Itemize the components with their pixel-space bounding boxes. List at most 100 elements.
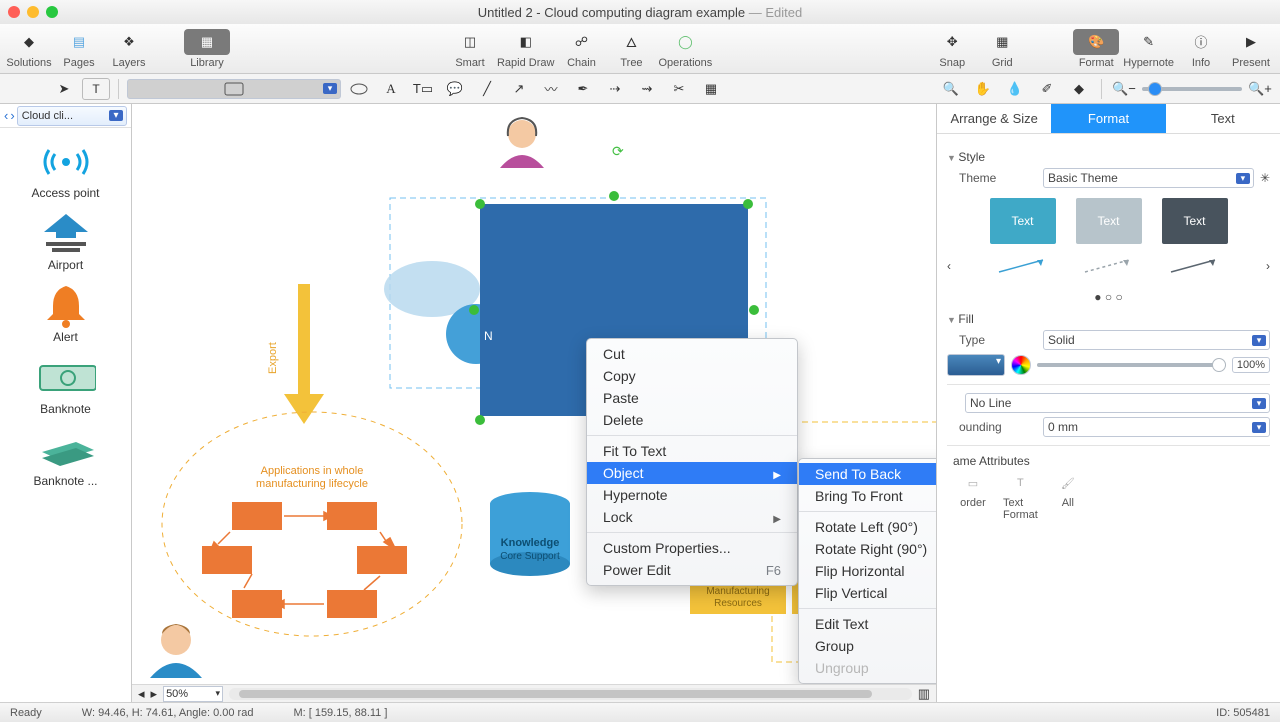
dropper-tool[interactable]: 💧 [1001,78,1029,100]
line-tool[interactable]: ╱ [473,78,501,100]
lib-fwd[interactable]: › [10,108,14,123]
smart-button[interactable]: ◫Smart [447,29,493,69]
pages-button[interactable]: ▤Pages [56,29,102,69]
ctx-copy[interactable]: Copy [587,365,797,387]
tab-text[interactable]: Text [1166,104,1280,133]
main-toolbar: ◆Solutions ▤Pages ❖Layers ▦Library ◫Smar… [0,24,1280,74]
ctx-cut[interactable]: Cut [587,343,797,365]
window-title: Untitled 2 - Cloud computing diagram exa… [0,5,1280,20]
textbox-shape[interactable]: T▭ [409,78,437,100]
snap-button[interactable]: ✥Snap [929,29,975,69]
pen-tool[interactable]: ✒ [569,78,597,100]
ctx-object[interactable]: Object [587,462,797,484]
lib-label: Access point [31,186,99,200]
lib-banknote[interactable]: Banknote [0,354,131,416]
zoom-select[interactable]: 50% [163,686,223,702]
rectangle-shape[interactable] [127,79,341,99]
opacity-value[interactable]: 100% [1232,357,1270,373]
operations-button[interactable]: ◯Operations [658,29,712,69]
format-button[interactable]: 🎨Format [1073,29,1119,69]
callout-shape[interactable]: 💬 [441,78,469,100]
library-button[interactable]: ▦Library [184,29,230,69]
theme-label: Theme [947,171,1037,185]
style-next[interactable]: › [1266,259,1270,273]
zoom-minus[interactable]: 🔍− [1110,78,1138,100]
fill-colorwheel[interactable] [1011,355,1031,375]
library-select[interactable]: Cloud cli... [17,106,127,126]
theme-select[interactable]: Basic Theme [1043,168,1254,188]
chain-button[interactable]: ☍Chain [558,29,604,69]
shape-toolbar: ➤ T A T▭ 💬 ╱ ↗ 〰 ✒ ⇢ ⇝ ✂ ▦ 🔍 ✋ 💧 ✐ ◆ 🔍− … [0,74,1280,104]
pointer-tool[interactable]: ➤ [50,78,78,100]
lib-alert[interactable]: Alert [0,282,131,344]
zoom-plus[interactable]: 🔍+ [1246,78,1274,100]
zoom-tool[interactable]: 🔍 [937,78,965,100]
apply-textformat[interactable]: TTextFormat [1003,472,1038,521]
line-select[interactable]: No Line [965,393,1270,413]
style-prev[interactable]: ‹ [947,259,951,273]
canvas-step-left[interactable]: ◂ [138,686,145,702]
zoom-slider[interactable] [1142,87,1242,91]
eraser-tool[interactable]: ◆ [1065,78,1093,100]
status-id: ID: 505481 [1216,707,1270,719]
arrow-style-1[interactable] [990,248,1056,284]
page-widget-icon[interactable]: ▥ [918,686,930,702]
arrow-tool[interactable]: ↗ [505,78,533,100]
tab-format[interactable]: Format [1051,104,1165,133]
style-section[interactable]: Style [947,150,1270,164]
ellipse-shape[interactable] [345,78,373,100]
apply-all[interactable]: 🖌All [1054,472,1082,521]
table-tool[interactable]: ▦ [697,78,725,100]
hypernote-button[interactable]: ✎Hypernote [1123,29,1174,69]
fill-section[interactable]: Fill [947,312,1270,326]
style-thumb-3[interactable]: Text [1162,198,1228,244]
present-button[interactable]: ▶Present [1228,29,1274,69]
context-menu: Cut Copy Paste Delete Fit To Text Object… [586,338,798,586]
curve-tool[interactable]: 〰 [537,78,565,100]
connector1-tool[interactable]: ⇢ [601,78,629,100]
lib-airport[interactable]: Airport [0,210,131,272]
ctx-delete[interactable]: Delete [587,409,797,431]
status-mouse: M: [ 159.15, 88.11 ] [293,707,387,719]
canvas-bottom-bar: ◂ ▸ 50% ▥ [132,684,936,702]
text-tool[interactable]: T [82,78,110,100]
grid-button[interactable]: ▦Grid [979,29,1025,69]
arrow-style-2[interactable] [1076,248,1142,284]
lib-access-point[interactable]: Access point [0,138,131,200]
same-attrs-head: ame Attributes [947,454,1270,468]
ctx-fit[interactable]: Fit To Text [587,440,797,462]
rapiddraw-button[interactable]: ◧Rapid Draw [497,29,554,69]
layers-button[interactable]: ❖Layers [106,29,152,69]
hand-tool[interactable]: ✋ [969,78,997,100]
hscrollbar[interactable] [229,688,912,700]
connector2-tool[interactable]: ⇝ [633,78,661,100]
fill-color[interactable] [947,354,1005,376]
ctx-paste[interactable]: Paste [587,387,797,409]
ctx-custom[interactable]: Custom Properties... [587,537,797,559]
lib-back[interactable]: ‹ [4,108,8,123]
canvas-step-right[interactable]: ▸ [151,686,158,702]
tree-button[interactable]: 🜂Tree [608,29,654,69]
style-thumb-1[interactable]: Text [990,198,1056,244]
connector3-tool[interactable]: ✂ [665,78,693,100]
rounding-select[interactable]: 0 mm [1043,417,1270,437]
ctx-poweredit[interactable]: Power EditF6 [587,559,797,581]
airport-icon [36,210,96,258]
arrow-style-3[interactable] [1162,248,1228,284]
text-shape[interactable]: A [377,78,405,100]
opacity-slider[interactable] [1037,363,1226,367]
fill-type-select[interactable]: Solid [1043,330,1270,350]
ctx-lock[interactable]: Lock [587,506,797,528]
svg-text:manufacturing lifecycle: manufacturing lifecycle [256,478,368,490]
lib-banknote2[interactable]: Banknote ... [0,426,131,488]
style-thumb-2[interactable]: Text [1076,198,1142,244]
ctx-hypernote[interactable]: Hypernote [587,484,797,506]
inspector: Arrange & Size Format Text Style Theme B… [936,104,1280,702]
eyedrop-tool[interactable]: ✐ [1033,78,1061,100]
solutions-button[interactable]: ◆Solutions [6,29,52,69]
info-button[interactable]: ⓘInfo [1178,29,1224,69]
tab-arrange[interactable]: Arrange & Size [937,104,1051,133]
apply-border[interactable]: ▭order [959,472,987,521]
titlebar: Untitled 2 - Cloud computing diagram exa… [0,0,1280,24]
theme-settings-icon[interactable]: ✳ [1260,171,1270,185]
